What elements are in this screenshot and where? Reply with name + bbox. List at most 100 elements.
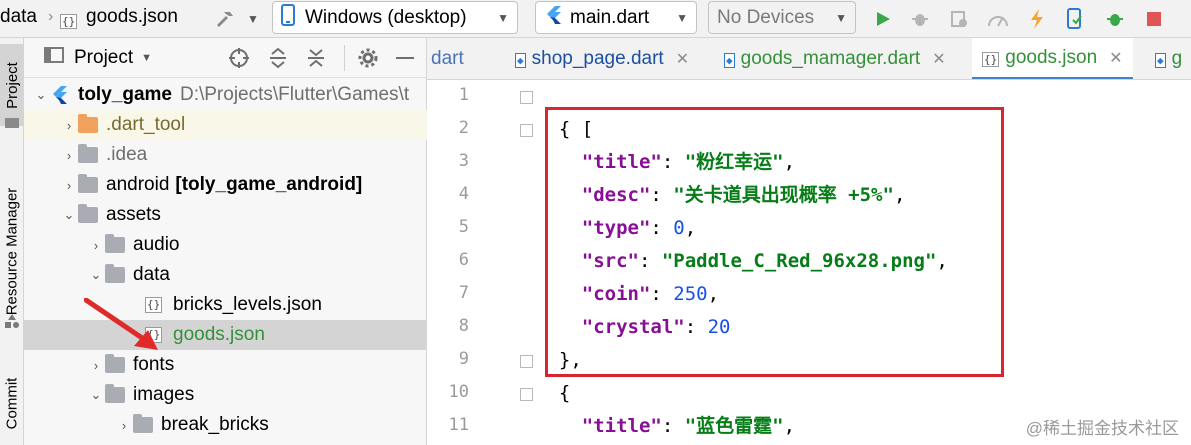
module-name: [toly_game_android] [175, 174, 363, 195]
tree-item-assets[interactable]: ⌄ assets [24, 200, 427, 230]
line-number: 2 [458, 118, 469, 138]
gear-icon[interactable] [357, 47, 379, 75]
chevron-down-icon[interactable]: ▼ [141, 52, 152, 64]
attach-debugger-icon[interactable] [946, 6, 972, 32]
dart-file-icon: ◆ [724, 53, 735, 68]
run-icon[interactable] [870, 6, 896, 32]
profiler-gauge-icon[interactable] [985, 6, 1011, 32]
bug-check-icon[interactable] [1102, 6, 1128, 32]
json-comma: , [783, 415, 796, 437]
tab-label: dart [431, 48, 464, 69]
line-number: 3 [458, 151, 469, 171]
hot-reload-icon[interactable] [1024, 6, 1050, 32]
expand-chevron-icon[interactable]: › [60, 178, 78, 193]
side-tab-project-label: Project [3, 61, 21, 109]
tree-item-data[interactable]: ⌄ data [24, 260, 427, 290]
tree-item-break-bricks[interactable]: › break_bricks [24, 410, 427, 440]
main-toolbar: data › {} goods.json ▼ Windows (desktop)… [0, 0, 1191, 38]
settings-folder-icon [78, 144, 100, 164]
tree-item-label: images [133, 384, 195, 405]
line-number: 1 [458, 85, 469, 105]
project-path: D:\Projects\Flutter\Games\t [179, 84, 410, 105]
device-file-icon[interactable] [1062, 6, 1088, 32]
side-tab-project[interactable]: Project [0, 44, 24, 126]
watermark: @稀土掘金技术社区 [1025, 419, 1179, 438]
code-line: "title": "蓝色雷霆", [536, 410, 795, 443]
tree-item-android[interactable]: › android [toly_game_android] [24, 170, 427, 200]
hammer-build-icon[interactable] [212, 6, 238, 32]
breadcrumb-goods-json[interactable]: goods.json [86, 6, 178, 28]
folder-icon [105, 384, 127, 404]
json-key: "title" [581, 415, 662, 437]
tree-item-toly-game[interactable]: ⌄ toly_game D:\Projects\Flutter\Games\t [24, 80, 427, 110]
side-tab-resource-manager-label: Resource Manager [3, 187, 21, 315]
expand-chevron-icon[interactable]: › [115, 418, 133, 433]
stop-icon[interactable] [1141, 6, 1167, 32]
expand-chevron-icon[interactable]: ⌄ [87, 267, 105, 283]
tree-item-label: assets [106, 204, 161, 225]
editor-gutter: 1 2 3 4 5 6 7 8 9 10 11 [427, 80, 533, 445]
tree-item-audio[interactable]: › audio [24, 230, 427, 260]
tree-item-dart-tool[interactable]: › .dart_tool [24, 110, 427, 140]
tab-goods-manager[interactable]: ◆ goods_mamager.dart ✕ [714, 38, 956, 79]
devices-select[interactable]: No Devices ▼ [708, 1, 856, 34]
tree-item-idea[interactable]: › .idea [24, 140, 427, 170]
chevron-down-icon: ▼ [676, 10, 688, 25]
minimize-icon[interactable] [396, 57, 414, 59]
tab-dart-partial[interactable]: dart [427, 38, 474, 79]
line-number: 8 [458, 316, 469, 336]
expand-chevron-icon[interactable]: ⌄ [60, 207, 78, 223]
expand-chevron-icon[interactable]: › [87, 238, 105, 253]
folder-icon [78, 114, 100, 134]
close-icon[interactable]: ✕ [932, 49, 945, 69]
tab-label: goods_mamager.dart [740, 48, 921, 69]
run-config-label: main.dart [570, 6, 650, 28]
tree-item-images[interactable]: ⌄ images [24, 380, 427, 410]
expand-chevron-icon[interactable]: › [87, 358, 105, 373]
json-string-value: "蓝色雷霆" [684, 415, 784, 437]
debug-icon[interactable] [907, 6, 933, 32]
close-icon[interactable]: ✕ [1109, 48, 1122, 68]
line-number: 7 [458, 283, 469, 303]
expand-chevron-icon[interactable]: ⌄ [32, 87, 50, 103]
run-config-select[interactable]: main.dart ▼ [535, 1, 697, 34]
line-number: 9 [458, 349, 469, 369]
tree-item-label: .idea [106, 144, 148, 165]
breadcrumb-data[interactable]: data [0, 6, 37, 28]
red-annotation-arrow [84, 298, 158, 350]
tree-item-label: break_bricks [161, 414, 269, 435]
expand-chevron-icon[interactable]: › [60, 118, 78, 133]
build-dropdown-chevron-icon[interactable]: ▼ [240, 6, 266, 32]
project-panel: Project ▼ ⌄ toly_game D:\Projects\Flutte… [24, 38, 427, 445]
expand-chevron-icon[interactable]: › [60, 148, 78, 163]
side-tab-commit[interactable]: Commit [0, 368, 24, 438]
line-number: 11 [448, 415, 469, 435]
device-target-label: Windows (desktop) [305, 6, 467, 28]
json-colon: : [661, 415, 685, 437]
panel-title[interactable]: Project [74, 47, 133, 69]
tab-goods-json[interactable]: {} goods.json ✕ [972, 38, 1133, 79]
line-number: 5 [458, 217, 469, 237]
tab-next-partial[interactable]: ◆ g [1145, 38, 1191, 79]
chevron-down-icon: ▼ [497, 10, 509, 25]
line-number: 10 [448, 382, 469, 402]
flutter-icon [544, 5, 562, 31]
locate-crosshair-icon[interactable] [228, 47, 250, 75]
close-icon[interactable]: ✕ [676, 49, 689, 69]
folder-icon [5, 118, 19, 128]
tab-shop-page[interactable]: ◆ shop_page.dart ✕ [505, 38, 699, 79]
device-target-select[interactable]: Windows (desktop) ▼ [272, 1, 518, 34]
expand-chevron-icon[interactable]: ⌄ [87, 387, 105, 403]
tree-item-label: bricks_levels.json [173, 294, 322, 315]
tree-item-label: toly_game [78, 84, 172, 105]
resource-shapes-icon [3, 313, 21, 329]
tree-item-label: goods.json [173, 324, 265, 345]
collapse-all-icon[interactable] [306, 47, 326, 75]
tab-label: g [1171, 48, 1183, 69]
project-view-icon [44, 46, 64, 69]
code-line: { [536, 377, 570, 410]
editor-tab-bar: dart ◆ shop_page.dart ✕ ◆ goods_mamager.… [427, 38, 1191, 80]
expand-all-icon[interactable] [268, 47, 288, 75]
folder-icon [105, 354, 127, 374]
